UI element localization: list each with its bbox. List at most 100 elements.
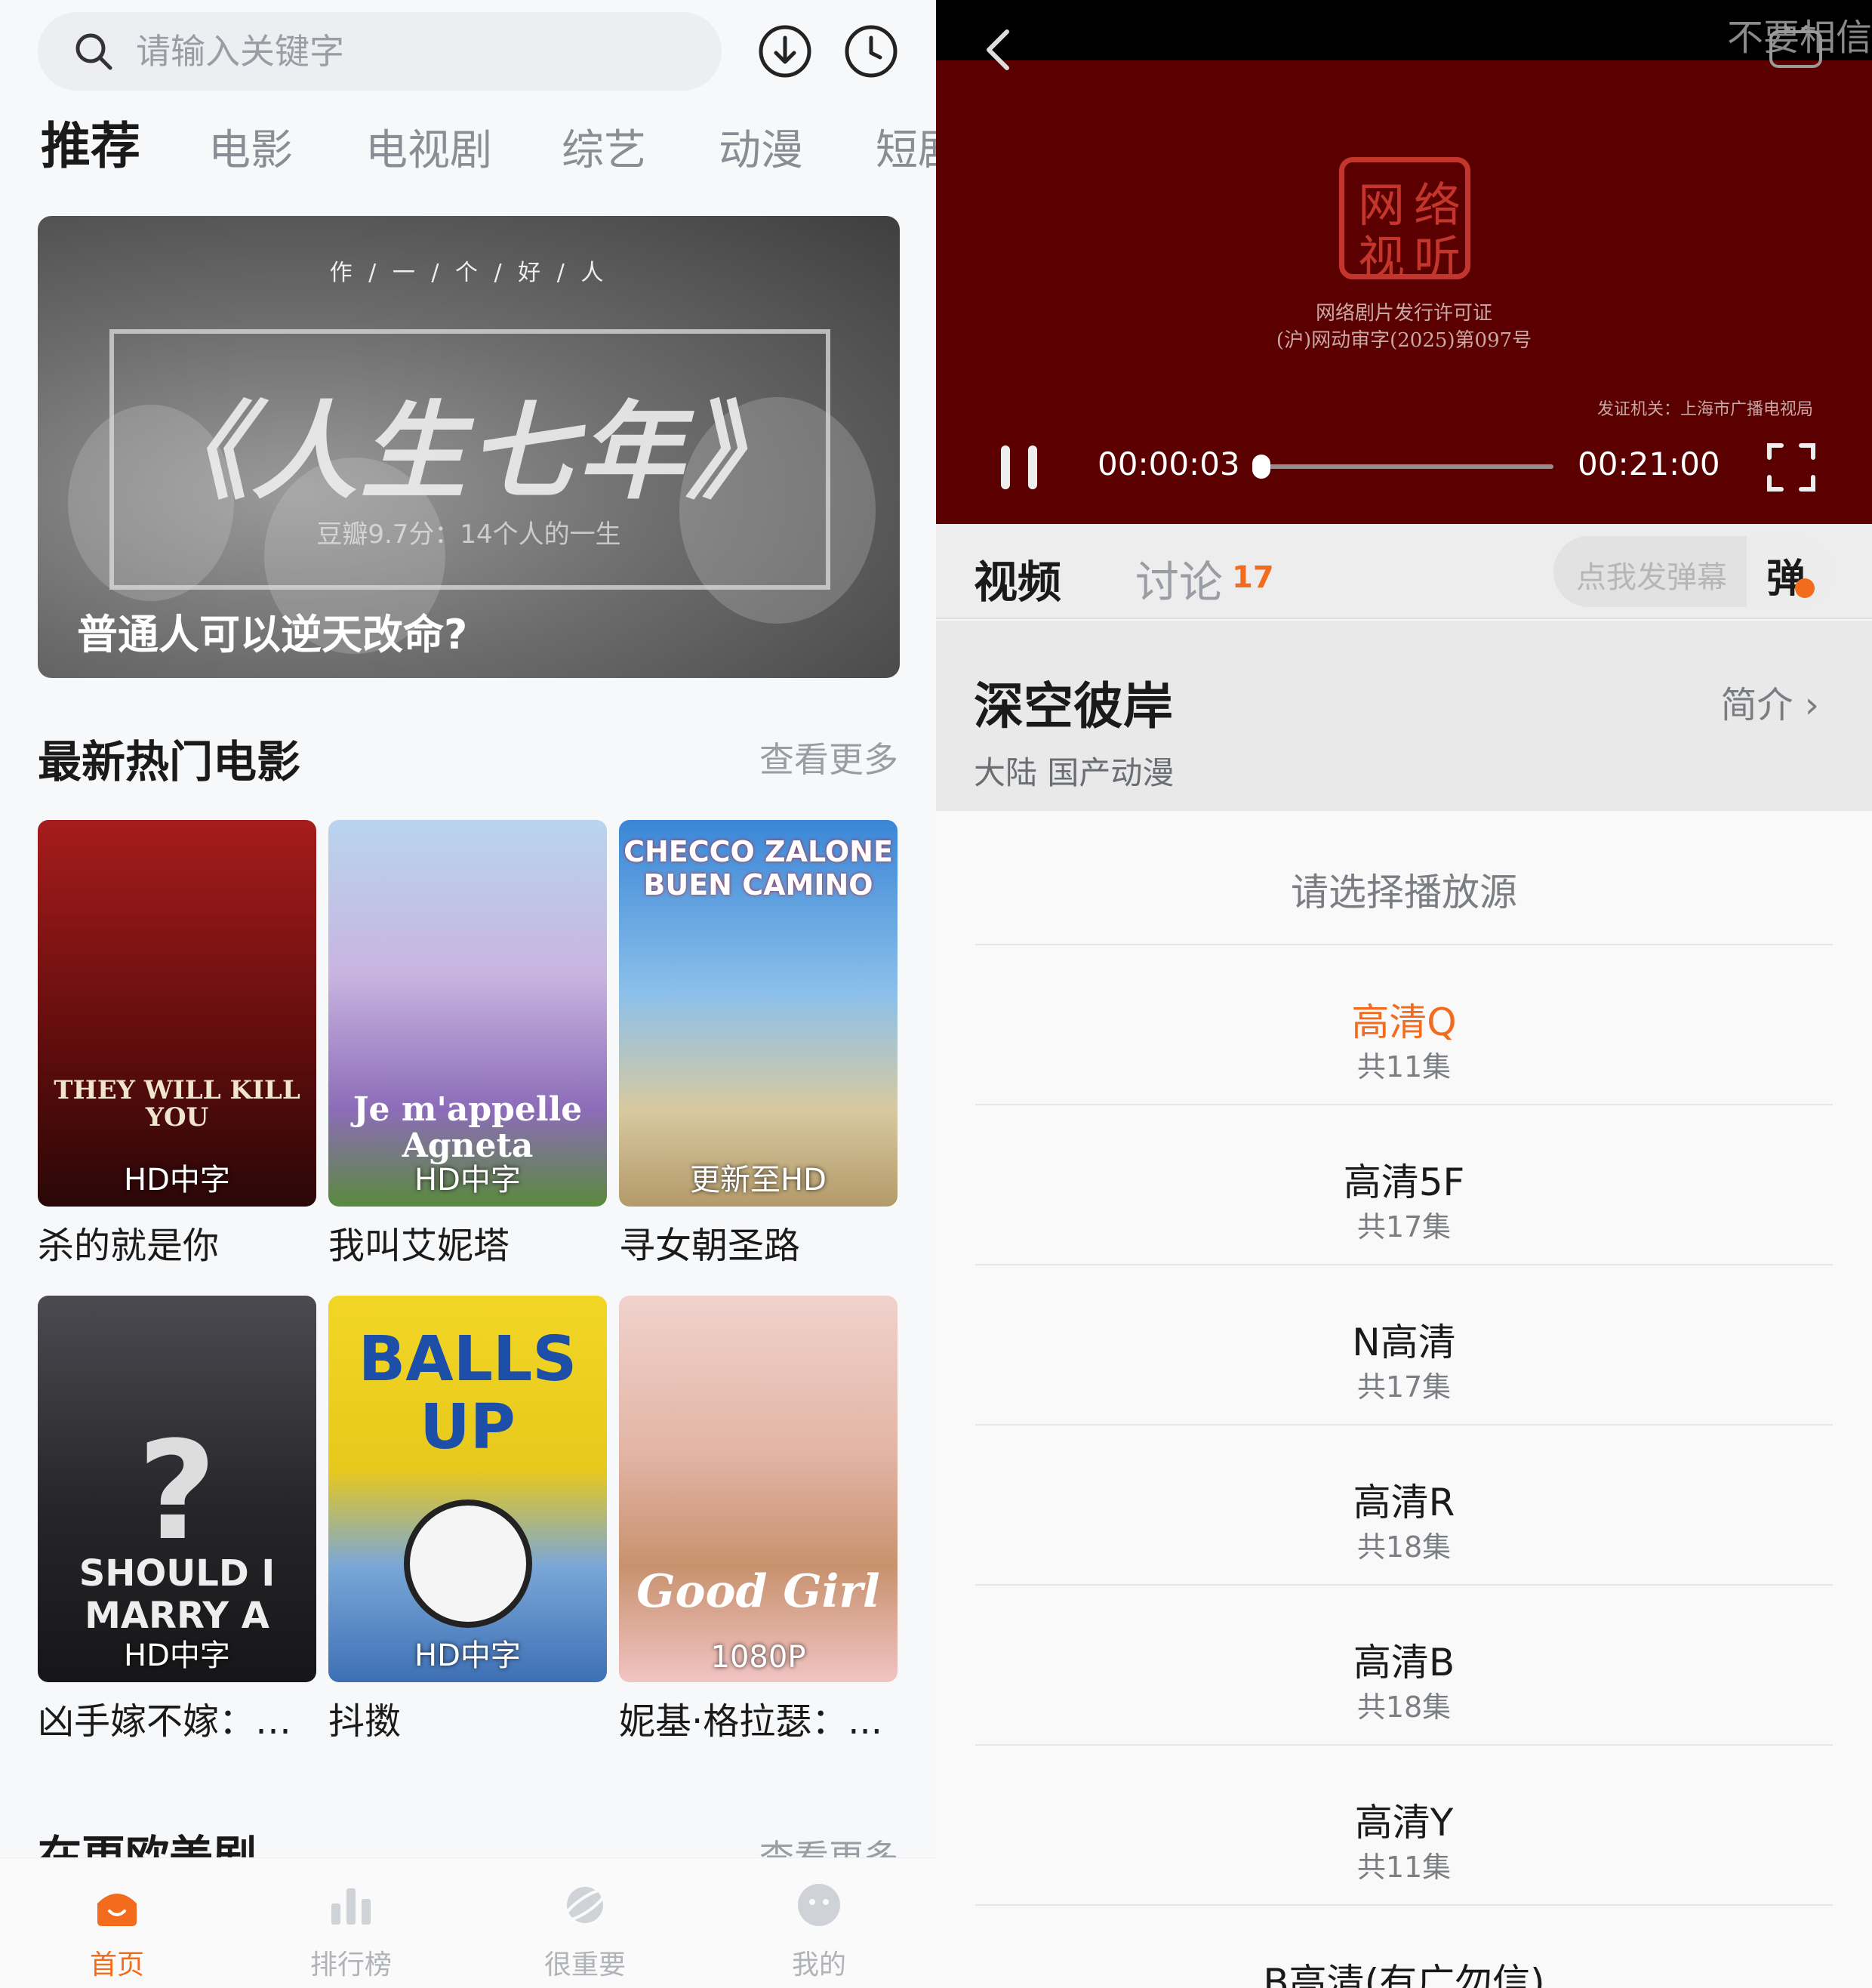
- movie-poster: BALLS UP HD中字: [328, 1296, 607, 1682]
- poster-title: THEY WILL KILL YOU: [54, 1075, 300, 1133]
- home-icon: [97, 1894, 137, 1926]
- banner-subtitle: 豆瓣9.7分：14个人的一生: [316, 519, 621, 550]
- source-picker-sheet: 请选择播放源 高清Q 共11集 高清5F 共17集 N高清 共17集 高清R 共…: [936, 811, 1872, 1988]
- banner-title: 《人生七年》: [142, 391, 795, 514]
- pause-icon[interactable]: [995, 442, 1045, 492]
- nav-label: 很重要: [543, 1949, 626, 1980]
- planet-icon: [563, 1887, 607, 1923]
- episode-count: 共11集: [1356, 1050, 1452, 1083]
- episode-count: 共18集: [1356, 1530, 1452, 1564]
- poster-title: BALLS UP: [358, 1324, 577, 1463]
- danmu-placeholder: 点我发弹幕: [1576, 560, 1727, 595]
- nav-label: 首页: [89, 1949, 144, 1980]
- movie-title: 我叫艾妮塔: [328, 1225, 510, 1267]
- movie-card[interactable]: CHECCO ZALONE BUEN CAMINO 更新至HD 寻女朝圣路: [619, 820, 898, 1268]
- poster-title: Good Girl: [636, 1565, 880, 1618]
- tab-movies[interactable]: 电影: [208, 121, 293, 181]
- poster-question-mark: ?: [137, 1413, 217, 1570]
- show-title: 深空彼岸: [974, 677, 1173, 735]
- movie-card[interactable]: BALLS UP HD中字 抖擞: [328, 1296, 607, 1744]
- license-issuer: 发证机关：上海市广播电视局: [1596, 400, 1813, 419]
- source-option[interactable]: N高清 共17集: [975, 1264, 1833, 1424]
- nav-label: 排行榜: [309, 1949, 392, 1980]
- tab-variety[interactable]: 综艺: [562, 121, 646, 181]
- danmu-status-dot: [1795, 578, 1815, 598]
- bilibili-tv-icon: [1769, 24, 1822, 68]
- category-tabs: 推荐 电影 电视剧 综艺 动漫 短剧: [0, 113, 936, 189]
- source-option[interactable]: 高清Q 共11集: [975, 944, 1833, 1104]
- face-icon: [798, 1884, 840, 1926]
- progress-track[interactable]: [1259, 464, 1553, 469]
- tab-recommend[interactable]: 推荐: [41, 116, 140, 177]
- source-name: 高清5F: [1343, 1160, 1465, 1204]
- episode-count: 共11集: [1356, 1851, 1452, 1884]
- poster-title: CHECCO ZALONE BUEN CAMINO: [623, 835, 893, 902]
- search-bar[interactable]: 请输入关键字: [38, 12, 722, 91]
- poster-title: Je m'appelle Agneta: [353, 1090, 583, 1165]
- episode-count: 共17集: [1356, 1370, 1452, 1404]
- movie-poster: Good Girl 1080P: [619, 1296, 898, 1682]
- current-time: 00:00:03: [1098, 445, 1240, 482]
- intro-link[interactable]: 简介 ›: [1721, 675, 1819, 728]
- episode-count: 共18集: [1356, 1691, 1452, 1724]
- movie-title: 杀的就是你: [38, 1225, 220, 1267]
- section-title-hot-movies: 最新热门电影: [38, 736, 301, 787]
- video-player[interactable]: 不要相信 网 络 视 听 网络剧片发行许可证 (沪)网动审字(2025)第097…: [936, 0, 1872, 524]
- quality-badge: HD中字: [414, 1638, 521, 1673]
- tab-discussion[interactable]: 讨论: [1135, 547, 1223, 610]
- history-clock-icon[interactable]: [842, 23, 900, 80]
- sheet-title: 请选择播放源: [1291, 871, 1517, 914]
- soccer-ball-graphic: [404, 1499, 532, 1628]
- fullscreen-icon[interactable]: [1766, 442, 1816, 492]
- nav-home[interactable]: 首页: [0, 1858, 234, 1988]
- movie-card[interactable]: Good Girl 1080P 妮基·格拉瑟：...: [619, 1296, 898, 1744]
- movie-card[interactable]: ? SHOULD I MARRY A HD中字 凶手嫁不嫁：未...: [38, 1296, 316, 1744]
- tab-short-drama[interactable]: 短剧: [876, 121, 936, 181]
- movie-poster: THEY WILL KILL YOU HD中字: [38, 820, 316, 1207]
- danmu-toggle-button[interactable]: 弹: [1747, 536, 1833, 607]
- nav-important[interactable]: 很重要: [468, 1858, 702, 1988]
- poster-title: SHOULD I MARRY A: [79, 1552, 276, 1637]
- nav-profile[interactable]: 我的: [702, 1858, 936, 1988]
- banner-caption: 普通人可以逆天改命?: [77, 611, 468, 658]
- movie-poster: Je m'appelle Agneta HD中字: [328, 820, 607, 1207]
- bottom-navigation: 首页 排行榜 很重要 我的: [0, 1857, 936, 1988]
- source-option[interactable]: 高清B 共18集: [975, 1584, 1833, 1744]
- source-option[interactable]: 高清Y 共11集: [975, 1744, 1833, 1904]
- tab-anime[interactable]: 动漫: [719, 121, 803, 181]
- source-option[interactable]: B高清(有广勿信): [975, 1904, 1833, 1988]
- source-option[interactable]: 高清R 共18集: [975, 1424, 1833, 1584]
- movie-title: 抖擞: [328, 1700, 402, 1743]
- download-icon[interactable]: [756, 23, 814, 80]
- movie-card[interactable]: THEY WILL KILL YOU HD中字 杀的就是你: [38, 820, 316, 1268]
- source-name: 高清R: [1353, 1481, 1455, 1524]
- nav-ranking[interactable]: 排行榜: [234, 1858, 468, 1988]
- view-more-link[interactable]: 查看更多: [759, 732, 898, 782]
- nav-label: 我的: [791, 1949, 846, 1980]
- featured-banner[interactable]: 作 / 一 / 个 / 好 / 人 《人生七年》 豆瓣9.7分：14个人的一生 …: [38, 216, 900, 678]
- seal-char: 视: [1358, 230, 1406, 285]
- episode-count: 共17集: [1356, 1210, 1452, 1244]
- movie-card[interactable]: Je m'appelle Agneta HD中字 我叫艾妮塔: [328, 820, 607, 1268]
- search-icon: [75, 33, 112, 70]
- detail-screen: 不要相信 网 络 视 听 网络剧片发行许可证 (沪)网动审字(2025)第097…: [936, 0, 1872, 1988]
- quality-badge: 1080P: [710, 1640, 806, 1675]
- quality-badge: 更新至HD: [690, 1163, 827, 1197]
- seal-char: 听: [1414, 230, 1461, 285]
- movie-title: 寻女朝圣路: [619, 1225, 801, 1267]
- danmu-input[interactable]: 点我发弹幕 弹: [1553, 536, 1833, 607]
- source-option[interactable]: 高清5F 共17集: [975, 1104, 1833, 1264]
- chart-icon: [331, 1888, 371, 1925]
- source-name: 高清Y: [1354, 1801, 1454, 1845]
- source-name: 高清Q: [1351, 1000, 1457, 1044]
- tab-tv-series[interactable]: 电视剧: [365, 121, 492, 181]
- back-arrow-icon[interactable]: [981, 27, 1015, 72]
- search-placeholder: 请输入关键字: [136, 31, 344, 72]
- discussion-count: 17: [1232, 560, 1274, 595]
- progress-knob[interactable]: [1252, 455, 1271, 479]
- tabs-bar: 视频 讨论 17 点我发弹幕 弹: [936, 524, 1872, 619]
- movie-poster: ? SHOULD I MARRY A HD中字: [38, 1296, 316, 1682]
- source-name: 高清B: [1353, 1641, 1455, 1684]
- tab-video[interactable]: 视频: [974, 547, 1061, 610]
- show-meta: 大陆 国产动漫: [974, 754, 1175, 791]
